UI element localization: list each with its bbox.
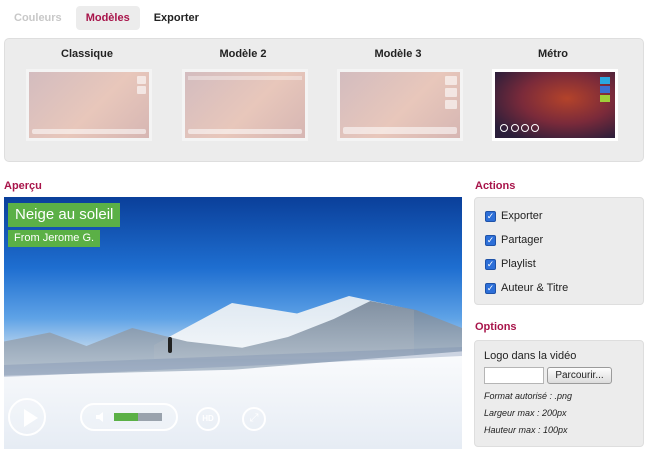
template-metro[interactable]: Métro — [478, 39, 628, 141]
skier — [168, 337, 172, 353]
template-classique[interactable]: Classique — [12, 39, 162, 141]
template-title: Modèle 3 — [374, 48, 422, 60]
checkmark-icon[interactable]: ✓ — [485, 234, 496, 246]
checkmark-icon[interactable]: ✓ — [485, 210, 496, 222]
template-thumbnail[interactable] — [182, 69, 308, 141]
tab-couleurs[interactable]: Couleurs — [4, 6, 72, 30]
options-panel: Logo dans la vidéo Parcourir... Format a… — [474, 340, 644, 447]
logo-label: Logo dans la vidéo — [484, 350, 577, 362]
template-thumbnail[interactable] — [337, 69, 463, 141]
controls-icon — [521, 124, 529, 132]
checkbox-label: Playlist — [501, 258, 536, 270]
tab-modeles[interactable]: Modèles — [75, 6, 140, 30]
checkbox-label: Auteur & Titre — [501, 282, 569, 294]
checkbox-auteur-titre[interactable]: ✓ Auteur & Titre — [485, 281, 568, 295]
video-preview[interactable]: Neige au soleil From Jerome G. HD ⤢ — [4, 197, 462, 449]
pause-icon — [500, 124, 508, 132]
controls-bar — [32, 129, 146, 134]
options-heading: Options — [475, 321, 517, 333]
checkbox-label: Exporter — [501, 210, 543, 222]
share-icon — [445, 76, 457, 85]
checkbox-exporter[interactable]: ✓ Exporter — [485, 209, 543, 223]
format-note: Format autorisé : .png — [484, 391, 573, 401]
checkmark-icon[interactable]: ✓ — [485, 258, 496, 270]
actions-panel: ✓ Exporter ✓ Partager ✓ Playlist ✓ Auteu… — [474, 197, 644, 305]
hd-button[interactable]: HD — [196, 407, 220, 431]
share-icon — [445, 100, 457, 109]
template-title: Classique — [61, 48, 113, 60]
checkbox-partager[interactable]: ✓ Partager — [485, 233, 543, 247]
actions-heading: Actions — [475, 180, 516, 192]
template-thumbnail[interactable] — [26, 69, 152, 141]
template-modele-3[interactable]: Modèle 3 — [323, 39, 473, 141]
template-thumbnail[interactable] — [492, 69, 618, 141]
share-icon — [600, 95, 610, 102]
templates-panel: Classique Modèle 2 Modèle 3 Métro — [4, 38, 644, 162]
tab-bar: Couleurs Modèles Exporter — [4, 6, 209, 30]
video-title: Neige au soleil — [8, 203, 121, 227]
share-icon — [137, 86, 146, 94]
controls-bar — [343, 127, 457, 134]
volume-control[interactable] — [80, 403, 178, 431]
checkbox-playlist[interactable]: ✓ Playlist — [485, 257, 536, 271]
tab-exporter[interactable]: Exporter — [144, 6, 209, 30]
template-modele-2[interactable]: Modèle 2 — [168, 39, 318, 141]
logo-file-field[interactable] — [484, 367, 544, 384]
controls-icon — [531, 124, 539, 132]
share-icon — [445, 88, 457, 97]
top-bar — [188, 76, 302, 80]
share-icon — [600, 77, 610, 84]
checkbox-label: Partager — [501, 234, 544, 246]
fullscreen-icon[interactable]: ⤢ — [242, 407, 266, 431]
height-note: Hauteur max : 100px — [484, 425, 568, 435]
controls-bar — [188, 129, 302, 134]
preview-heading: Aperçu — [4, 180, 42, 192]
share-icon — [600, 86, 610, 93]
play-button[interactable] — [8, 398, 46, 436]
speaker-icon — [96, 412, 103, 422]
template-title: Modèle 2 — [219, 48, 267, 60]
template-title: Métro — [538, 48, 568, 60]
browse-button[interactable]: Parcourir... — [547, 367, 612, 384]
share-icon — [137, 76, 146, 84]
volume-level — [114, 413, 138, 421]
controls-icon — [511, 124, 519, 132]
checkmark-icon[interactable]: ✓ — [485, 282, 496, 294]
volume-slider[interactable] — [114, 413, 162, 421]
width-note: Largeur max : 200px — [484, 408, 567, 418]
video-author: From Jerome G. — [8, 230, 101, 247]
